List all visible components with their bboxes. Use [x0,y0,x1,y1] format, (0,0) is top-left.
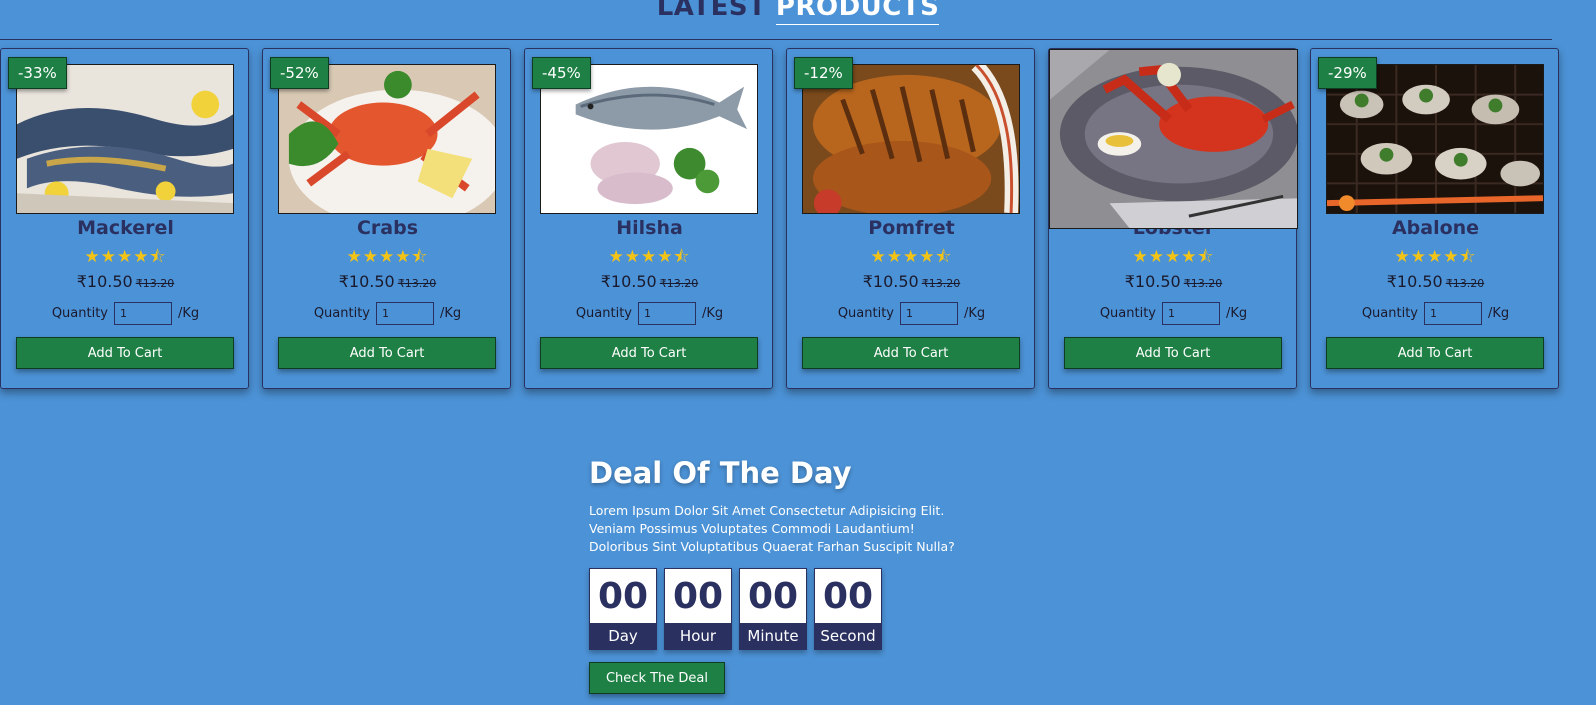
timer-minute: 00 Minute [739,568,807,650]
add-to-cart-button[interactable]: Add To Cart [802,337,1020,369]
add-to-cart-button[interactable]: Add To Cart [1064,337,1282,369]
unit-label: /Kg [1226,306,1248,321]
heading-divider [0,39,1552,40]
timer-day: 00 Day [589,568,657,650]
check-the-deal-button[interactable]: Check The Deal [589,662,725,694]
quantity-label: Quantity [313,306,370,321]
product-name: Hilsha [616,217,683,239]
timer-value: 00 [590,569,656,623]
old-price: ₹13.20 [135,277,175,290]
lobster-plate-image [1049,49,1298,229]
price: ₹10.50 ₹13.20 [787,272,1036,291]
heading-products: PRODUCTS [775,0,940,25]
timer-hour: 00 Hour [664,568,732,650]
product-card: -29% Abalone ★★★★⯪ ₹10.50 ₹13.20 Quantit… [1310,48,1559,389]
add-to-cart-button[interactable]: Add To Cart [1326,337,1544,369]
star-rating-icon: ★★★★⯪ [346,247,429,267]
timer-value: 00 [665,569,731,623]
product-name: Mackerel [77,217,174,239]
timer-second: 00 Second [814,568,882,650]
quantity-row: Quantity /Kg [525,302,774,325]
discount-badge: -29% [1318,57,1377,89]
product-name: Pomfret [868,217,955,239]
quantity-row: Quantity /Kg [1311,302,1560,325]
quantity-row: Quantity /Kg [263,302,512,325]
old-price: ₹13.20 [921,277,961,290]
timer-value: 00 [815,569,881,623]
product-card: -52% Crabs ★★★★⯪ ₹10.50₹13.20 Quantity /… [262,48,511,389]
timer-label: Minute [740,623,806,649]
discount-badge: -12% [794,57,853,89]
quantity-row: Quantity /Kg [1049,302,1298,325]
quantity-label: Quantity [51,306,108,321]
unit-label: /Kg [702,306,724,321]
quantity-label: Quantity [1099,306,1156,321]
unit-label: /Kg [440,306,462,321]
old-price: ₹13.20 [1445,277,1485,290]
quantity-input[interactable] [1424,302,1482,325]
star-rating-icon: ★★★★⯪ [1394,247,1477,267]
star-rating-icon: ★★★★⯪ [608,247,691,267]
discount-badge: -52% [270,57,329,89]
quantity-label: Quantity [575,306,632,321]
price: ₹10.50 ₹13.20 [1311,272,1560,291]
quantity-input[interactable] [114,302,172,325]
price: ₹10.50 ₹13.20 [525,272,774,291]
section-heading: LATEST PRODUCTS [0,0,1596,25]
old-price: ₹13.20 [1183,277,1223,290]
old-price: ₹13.20 [659,277,699,290]
old-price: ₹13.20 [397,277,437,290]
current-price: ₹10.50 [862,272,919,291]
current-price: ₹10.50 [1386,272,1443,291]
unit-label: /Kg [964,306,986,321]
discount-badge: -33% [8,57,67,89]
deal-title: Deal Of The Day [589,456,852,490]
quantity-input[interactable] [1162,302,1220,325]
quantity-row: Quantity /Kg [787,302,1036,325]
countdown-timer: 00 Day 00 Hour 00 Minute 00 Second [589,568,1009,650]
unit-label: /Kg [178,306,200,321]
discount-badge: -45% [532,57,591,89]
current-price: ₹10.50 [600,272,657,291]
price: ₹10.50 ₹13.20 [1049,272,1298,291]
product-name: Crabs [356,217,419,239]
product-card: -45% Hilsha ★★★★⯪ ₹10.50 ₹13.20 Quantity … [524,48,773,389]
product-card: -33% Mackerel ★★★★⯪ ₹10.50 ₹13.20 Quantit… [0,48,249,389]
timer-value: 00 [740,569,806,623]
current-price: ₹10.50 [1124,272,1181,291]
heading-latest: LATEST [656,0,767,22]
quantity-input[interactable] [376,302,434,325]
unit-label: /Kg [1488,306,1510,321]
add-to-cart-button[interactable]: Add To Cart [540,337,758,369]
current-price: ₹10.50 [76,272,133,291]
timer-label: Second [815,623,881,649]
current-price: ₹10.50 [338,272,395,291]
star-rating-icon: ★★★★⯪ [84,247,167,267]
product-card: -12% Pomfret ★★★★⯪ ₹10.50 ₹13.20 Quantity… [786,48,1035,389]
product-card: Lobster ★★★★⯪ ₹10.50₹13.20 Quantity /Kg … [1048,48,1298,389]
product-name: Abalone [1391,217,1480,239]
quantity-input[interactable] [638,302,696,325]
star-rating-icon: ★★★★⯪ [1132,247,1215,267]
quantity-row: Quantity /Kg [1,302,250,325]
timer-label: Hour [665,623,731,649]
price: ₹10.50 ₹13.20 [263,272,512,291]
quantity-label: Quantity [837,306,894,321]
quantity-input[interactable] [900,302,958,325]
price: ₹10.50 ₹13.20 [1,272,250,291]
timer-label: Day [590,623,656,649]
star-rating-icon: ★★★★⯪ [870,247,953,267]
add-to-cart-button[interactable]: Add To Cart [16,337,234,369]
add-to-cart-button[interactable]: Add To Cart [278,337,496,369]
quantity-label: Quantity [1361,306,1418,321]
deal-of-the-day: Deal Of The Day Lorem Ipsum Dolor Sit Am… [589,456,1009,694]
deal-description: Lorem Ipsum Dolor Sit Amet Consectetur A… [589,503,955,554]
